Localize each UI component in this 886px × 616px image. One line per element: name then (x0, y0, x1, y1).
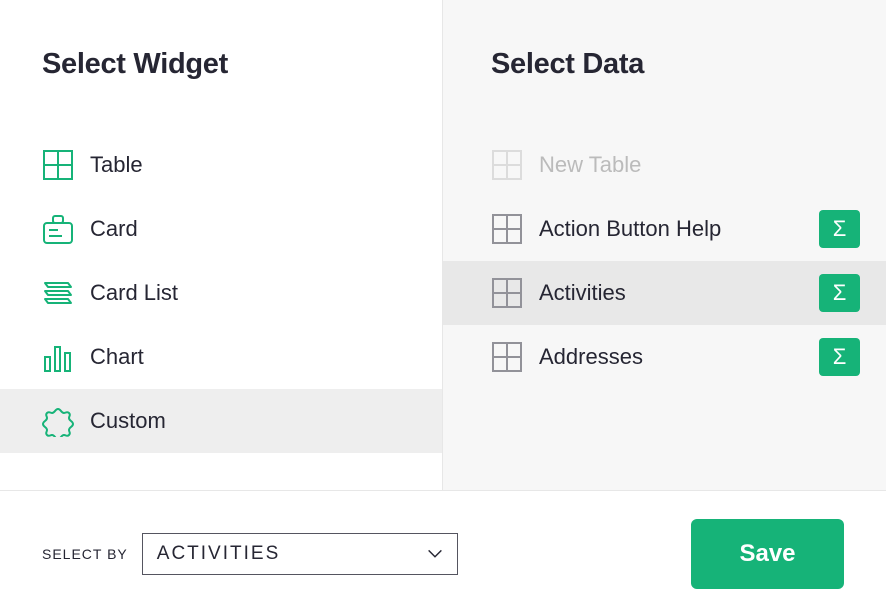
widget-option-label: Chart (90, 344, 144, 370)
table-icon (491, 213, 523, 245)
data-option-activities[interactable]: Activities Σ (443, 261, 886, 325)
select-by-dropdown[interactable]: ACTIVITIES (142, 533, 458, 575)
sigma-icon: Σ (833, 216, 847, 242)
sigma-icon: Σ (833, 280, 847, 306)
data-option-action-button-help[interactable]: Action Button Help Σ (443, 197, 886, 261)
select-widget-panel: Select Widget Table Card (0, 0, 442, 490)
select-data-panel: Select Data New Table Action Button Help… (442, 0, 886, 490)
save-button-label: Save (739, 540, 795, 568)
widget-option-custom[interactable]: Custom (0, 389, 442, 453)
table-icon (491, 341, 523, 373)
data-list: New Table Action Button Help Σ Activit (443, 133, 886, 389)
summary-button[interactable]: Σ (819, 210, 860, 248)
data-option-label: Action Button Help (539, 216, 819, 242)
data-option-label: Activities (539, 280, 819, 306)
widget-option-label: Card List (90, 280, 178, 306)
select-data-title: Select Data (443, 0, 886, 81)
select-widget-title: Select Widget (0, 0, 442, 81)
data-option-new-table: New Table (443, 133, 886, 197)
widget-picker-dialog: Select Widget Table Card (0, 0, 886, 616)
puzzle-icon (42, 405, 74, 437)
widget-option-label: Table (90, 152, 143, 178)
data-option-addresses[interactable]: Addresses Σ (443, 325, 886, 389)
data-option-label: New Table (539, 152, 860, 178)
widget-option-label: Card (90, 216, 138, 242)
widget-list: Table Card Card List (0, 133, 442, 453)
data-option-label: Addresses (539, 344, 819, 370)
widget-option-label: Custom (90, 408, 166, 434)
card-icon (42, 213, 74, 245)
widget-option-card[interactable]: Card (0, 197, 442, 261)
summary-button[interactable]: Σ (819, 274, 860, 312)
card-list-icon (42, 277, 74, 309)
table-icon (491, 149, 523, 181)
widget-option-table[interactable]: Table (0, 133, 442, 197)
widget-option-card-list[interactable]: Card List (0, 261, 442, 325)
table-icon (42, 149, 74, 181)
sigma-icon: Σ (833, 344, 847, 370)
chevron-down-icon (425, 544, 445, 564)
summary-button[interactable]: Σ (819, 338, 860, 376)
save-button[interactable]: Save (691, 519, 844, 589)
select-by-value: ACTIVITIES (157, 543, 425, 565)
chart-icon (42, 341, 74, 373)
select-by-label: SELECT BY (42, 546, 128, 562)
table-icon (491, 277, 523, 309)
footer-bar: SELECT BY ACTIVITIES Save (0, 490, 886, 616)
widget-option-chart[interactable]: Chart (0, 325, 442, 389)
